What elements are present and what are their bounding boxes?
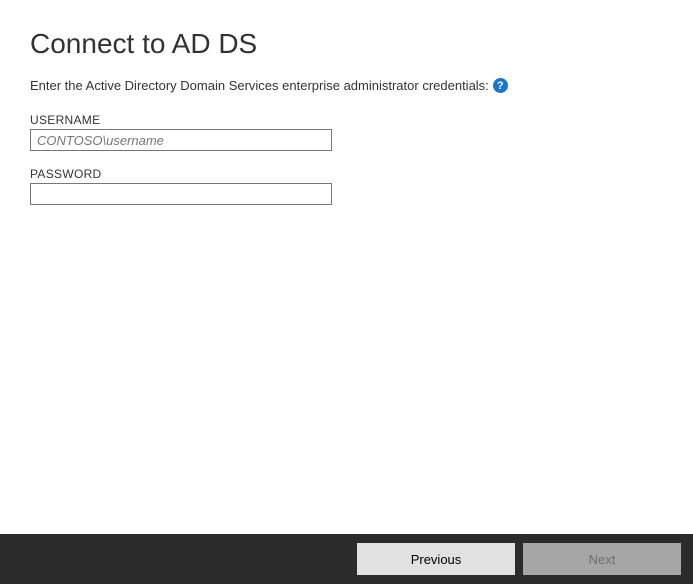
- main-content: Connect to AD DS Enter the Active Direct…: [0, 0, 693, 205]
- password-label: PASSWORD: [30, 167, 663, 181]
- help-icon[interactable]: ?: [493, 78, 508, 93]
- previous-button[interactable]: Previous: [357, 543, 515, 575]
- username-label: USERNAME: [30, 113, 663, 127]
- page-title: Connect to AD DS: [30, 28, 663, 60]
- username-input[interactable]: [30, 129, 332, 151]
- username-field-group: USERNAME: [30, 113, 663, 151]
- instruction-text: Enter the Active Directory Domain Servic…: [30, 78, 489, 93]
- password-input[interactable]: [30, 183, 332, 205]
- next-button: Next: [523, 543, 681, 575]
- instruction-row: Enter the Active Directory Domain Servic…: [30, 78, 663, 93]
- footer-bar: Previous Next: [0, 534, 693, 584]
- password-field-group: PASSWORD: [30, 167, 663, 205]
